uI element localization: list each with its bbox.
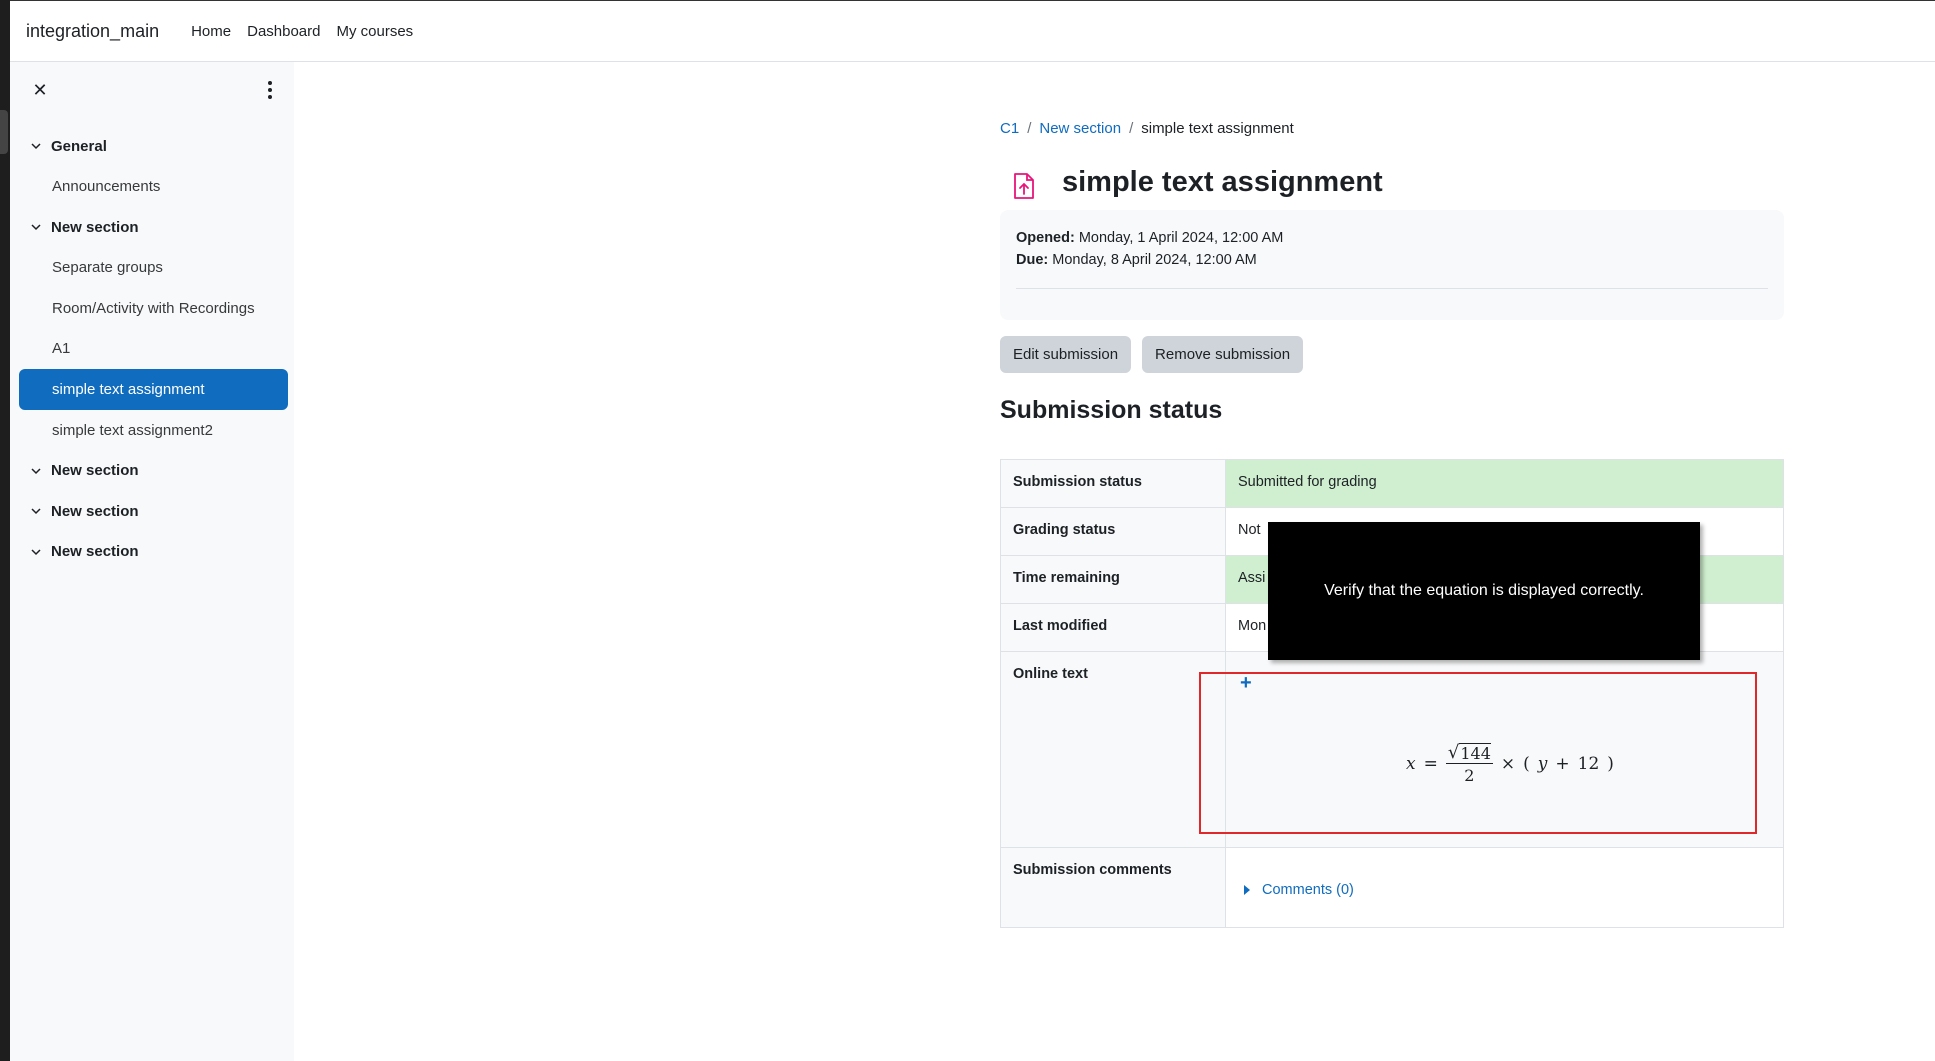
course-index-list: General Announcements New section Separa…	[10, 126, 294, 572]
table-row: Submission comments Comments (0)	[1000, 847, 1784, 928]
eq-sqrt-value: 144	[1459, 743, 1491, 763]
opened-value: Monday, 1 April 2024, 12:00 AM	[1078, 230, 1284, 246]
row-key: Last modified	[1000, 603, 1226, 652]
page-header: simple text assignment	[1000, 154, 1383, 210]
chevron-down-icon[interactable]	[30, 140, 42, 152]
sidebar-item-announcements[interactable]: Announcements	[10, 167, 294, 208]
breadcrumb-current: simple text assignment	[1141, 120, 1294, 137]
sidebar-item-label: New section	[51, 502, 139, 520]
tooltip-text: Verify that the equation is displayed co…	[1324, 582, 1644, 599]
opened-label: Opened:	[1016, 230, 1075, 246]
eq-sqrt-symbol: √	[1447, 742, 1460, 763]
eq-fraction: √ 144 2	[1445, 742, 1493, 785]
sidebar-section-new-section[interactable]: New section	[10, 491, 294, 532]
sidebar-item-simple-text-assignment[interactable]: simple text assignment	[19, 369, 288, 410]
expand-plus-icon[interactable]: +	[1240, 673, 1254, 693]
eq-var-y: y	[1537, 753, 1548, 774]
sidebar-section-general[interactable]: General	[10, 126, 294, 167]
row-key: Grading status	[1000, 507, 1226, 556]
page-title: simple text assignment	[1062, 165, 1383, 198]
drawer-header: ✕	[10, 62, 294, 120]
sidebar-item-label: New section	[51, 543, 139, 561]
online-text-cell: + x = √ 144 2 × ( y + 12)	[1225, 651, 1784, 848]
math-equation: x = √ 144 2 × ( y + 12)	[1406, 742, 1614, 785]
sidebar-item-label: simple text assignment2	[52, 421, 213, 439]
sidebar-item-a1[interactable]: A1	[10, 329, 294, 370]
breadcrumb: C1 / New section / simple text assignmen…	[1000, 120, 1294, 137]
sidebar-item-room-activity[interactable]: Room/Activity with Recordings	[10, 288, 294, 329]
eq-paren-close: )	[1607, 753, 1614, 774]
sidebar-item-label: Room/Activity with Recordings	[52, 299, 255, 317]
chevron-down-icon[interactable]	[30, 546, 42, 558]
eq-number: 12	[1577, 753, 1600, 774]
activity-dates: Opened: Monday, 1 April 2024, 12:00 AM D…	[1000, 210, 1784, 320]
edit-submission-button[interactable]: Edit submission	[1000, 336, 1132, 373]
eq-times: ×	[1500, 753, 1516, 774]
sidebar-section-new-section[interactable]: New section	[10, 532, 294, 573]
more-options-icon[interactable]	[265, 80, 275, 100]
top-navbar: integration_main Home Dashboard My cours…	[10, 1, 1935, 62]
comments-cell: Comments (0)	[1225, 847, 1784, 928]
caret-right-icon	[1244, 885, 1250, 895]
eq-equals: =	[1423, 753, 1438, 774]
eq-lhs: x	[1406, 753, 1416, 774]
row-key: Submission status	[1000, 459, 1226, 508]
row-value: Submitted for grading	[1225, 459, 1784, 508]
row-key: Time remaining	[1000, 555, 1226, 604]
breadcrumb-link-course[interactable]: C1	[1000, 120, 1019, 137]
sidebar-item-label: General	[51, 137, 107, 155]
submission-status-heading: Submission status	[1000, 396, 1223, 424]
nav-link-my-courses[interactable]: My courses	[337, 23, 414, 40]
due-label: Due:	[1016, 252, 1049, 268]
breadcrumb-link-section[interactable]: New section	[1039, 120, 1121, 137]
sidebar-item-label: simple text assignment	[52, 381, 205, 398]
eq-plus: +	[1555, 753, 1570, 774]
row-key: Submission comments	[1000, 847, 1226, 928]
due-value: Monday, 8 April 2024, 12:00 AM	[1052, 252, 1257, 268]
chevron-down-icon[interactable]	[30, 505, 42, 517]
remove-submission-button[interactable]: Remove submission	[1142, 336, 1304, 373]
eq-denominator: 2	[1464, 766, 1475, 785]
row-key: Online text	[1000, 651, 1226, 848]
course-index-drawer: ✕ General Announcements New section Sepa…	[10, 62, 294, 1061]
chevron-down-icon[interactable]	[30, 221, 42, 233]
eq-numerator: √ 144	[1445, 742, 1493, 764]
chevron-down-icon[interactable]	[30, 465, 42, 477]
nav-link-dashboard[interactable]: Dashboard	[247, 23, 320, 40]
sidebar-item-separate-groups[interactable]: Separate groups	[10, 248, 294, 289]
table-row: Online text + x = √ 144 2 × (y + 12)	[1000, 651, 1784, 848]
divider	[1016, 288, 1768, 289]
sidebar-item-label: New section	[51, 462, 139, 480]
site-brand[interactable]: integration_main	[26, 21, 159, 42]
comments-toggle[interactable]: Comments (0)	[1244, 882, 1771, 898]
breadcrumb-separator: /	[1129, 120, 1134, 137]
browser-page: integration_main Home Dashboard My cours…	[10, 0, 1935, 1061]
sidebar-section-new-section[interactable]: New section	[10, 451, 294, 492]
sidebar-item-label: New section	[51, 218, 139, 236]
breadcrumb-separator: /	[1027, 120, 1032, 137]
nav-link-home[interactable]: Home	[191, 23, 231, 40]
submission-actions: Edit submission Remove submission	[1000, 336, 1304, 373]
sidebar-section-new-section[interactable]: New section	[10, 207, 294, 248]
sidebar-item-label: Separate groups	[52, 259, 163, 277]
due-date: Due: Monday, 8 April 2024, 12:00 AM	[1016, 249, 1768, 271]
opened-date: Opened: Monday, 1 April 2024, 12:00 AM	[1016, 227, 1768, 249]
sidebar-item-label: A1	[52, 340, 71, 358]
window-edge-tab	[0, 110, 8, 154]
assignment-upload-icon	[1000, 162, 1048, 210]
sidebar-item-simple-text-assignment2[interactable]: simple text assignment2	[10, 410, 294, 451]
instruction-tooltip: Verify that the equation is displayed co…	[1268, 522, 1700, 660]
sidebar-item-label: Announcements	[52, 178, 161, 196]
close-icon[interactable]: ✕	[30, 80, 50, 100]
eq-paren-open: (	[1523, 753, 1530, 774]
comments-link-label: Comments (0)	[1262, 882, 1354, 898]
table-row: Submission status Submitted for grading	[1000, 459, 1784, 508]
